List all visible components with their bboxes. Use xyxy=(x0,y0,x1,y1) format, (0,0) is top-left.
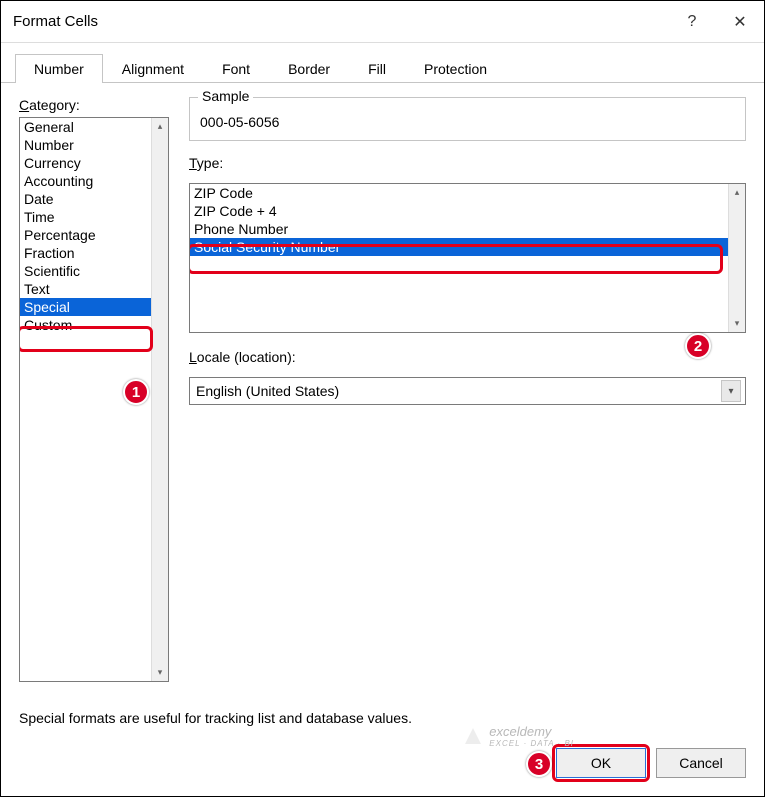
category-item[interactable]: Text xyxy=(20,280,151,298)
dialog-body: Category: General Number Currency Accoun… xyxy=(1,83,764,734)
chevron-down-icon[interactable]: ▾ xyxy=(721,380,741,402)
titlebar: Format Cells ? ✕ xyxy=(1,1,764,43)
category-item[interactable]: Time xyxy=(20,208,151,226)
help-button[interactable]: ? xyxy=(668,1,716,43)
cancel-button[interactable]: Cancel xyxy=(656,748,746,778)
category-item-special[interactable]: Special xyxy=(20,298,151,316)
category-item[interactable]: Accounting xyxy=(20,172,151,190)
tab-fill[interactable]: Fill xyxy=(349,54,405,83)
type-item[interactable]: ZIP Code xyxy=(190,184,728,202)
tab-number[interactable]: Number xyxy=(15,54,103,83)
type-item[interactable]: Phone Number xyxy=(190,220,728,238)
scroll-down-icon[interactable]: ▾ xyxy=(152,664,168,681)
locale-select[interactable]: English (United States) ▾ xyxy=(189,377,746,405)
scrollbar[interactable]: ▴ ▾ xyxy=(728,184,745,332)
tab-border[interactable]: Border xyxy=(269,54,349,83)
dialog-title: Format Cells xyxy=(13,13,668,30)
callout-badge-1: 1 xyxy=(123,379,149,405)
callout-badge-3: 3 xyxy=(526,751,552,777)
scrollbar[interactable]: ▴ ▾ xyxy=(151,118,168,681)
category-item[interactable]: Currency xyxy=(20,154,151,172)
category-item[interactable]: Scientific xyxy=(20,262,151,280)
tab-protection[interactable]: Protection xyxy=(405,54,506,83)
category-item[interactable]: Percentage xyxy=(20,226,151,244)
type-label: Type: xyxy=(189,155,746,171)
sample-legend: Sample xyxy=(198,88,253,104)
category-item[interactable]: General xyxy=(20,118,151,136)
category-item[interactable]: Date xyxy=(20,190,151,208)
close-button[interactable]: ✕ xyxy=(716,1,764,43)
type-list[interactable]: ZIP Code ZIP Code + 4 Phone Number Socia… xyxy=(189,183,746,333)
tab-row: Number Alignment Font Border Fill Protec… xyxy=(1,43,764,83)
tab-font[interactable]: Font xyxy=(203,54,269,83)
format-cells-dialog: Format Cells ? ✕ Number Alignment Font B… xyxy=(0,0,765,797)
ok-button[interactable]: OK xyxy=(556,748,646,778)
sample-value: 000-05-6056 xyxy=(200,114,735,130)
callout-badge-2: 2 xyxy=(685,333,711,359)
category-item[interactable]: Fraction xyxy=(20,244,151,262)
button-row: OK Cancel xyxy=(1,734,764,796)
sample-group: Sample 000-05-6056 xyxy=(189,97,746,141)
type-item-ssn[interactable]: Social Security Number xyxy=(190,238,728,256)
category-item[interactable]: Number xyxy=(20,136,151,154)
locale-label: Locale (location): xyxy=(189,349,746,365)
scroll-down-icon[interactable]: ▾ xyxy=(729,315,745,332)
scroll-up-icon[interactable]: ▴ xyxy=(729,184,745,201)
locale-value: English (United States) xyxy=(196,383,339,399)
type-item[interactable]: ZIP Code + 4 xyxy=(190,202,728,220)
tab-alignment[interactable]: Alignment xyxy=(103,54,203,83)
category-label: Category: xyxy=(19,97,169,113)
scroll-up-icon[interactable]: ▴ xyxy=(152,118,168,135)
category-item[interactable]: Custom xyxy=(20,316,151,334)
format-description: Special formats are useful for tracking … xyxy=(19,710,746,726)
